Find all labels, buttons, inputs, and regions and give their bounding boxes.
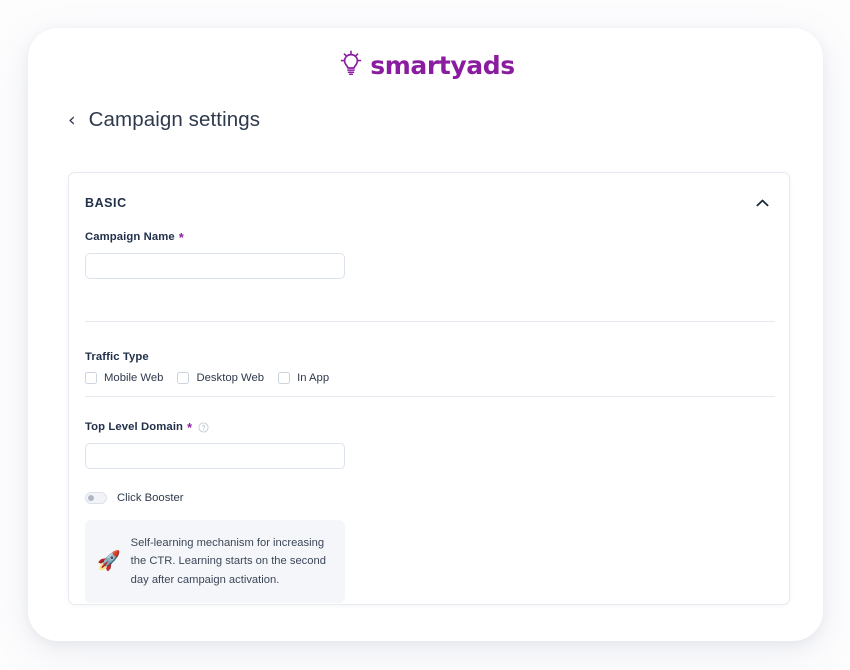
rocket-icon: 🚀 [97,552,121,571]
checkbox-desktop-web[interactable]: Desktop Web [177,372,264,384]
brand-logo: smartyads [28,48,823,83]
checkbox-label: Mobile Web [104,372,163,384]
section-header: BASIC [85,195,773,211]
help-circle-icon[interactable] [198,422,209,433]
traffic-type-label: Traffic Type [85,351,343,363]
screen: smartyads ‹ Campaign settings BASIC Camp… [0,0,850,670]
top-level-domain-label: Top Level Domain * [85,421,345,434]
checkbox-box[interactable] [278,372,290,384]
divider-1 [85,321,775,322]
top-level-domain-field: Top Level Domain * [85,421,345,469]
campaign-name-label: Campaign Name * [85,231,345,244]
required-asterisk: * [179,232,184,245]
section-title: BASIC [85,196,127,210]
checkbox-box[interactable] [177,372,189,384]
checkbox-label: Desktop Web [196,372,264,384]
traffic-type-field: Traffic Type Mobile Web Desktop Web In A… [85,351,343,384]
info-callout-text: Self-learning mechanism for increasing t… [131,534,331,589]
top-level-domain-label-text: Top Level Domain [85,421,183,433]
lightbulb-icon [336,48,366,83]
chevron-left-icon[interactable]: ‹ [68,111,76,130]
page-header: ‹ Campaign settings [68,110,260,131]
top-level-domain-input[interactable] [85,443,345,469]
chevron-up-icon[interactable] [752,195,773,211]
click-booster-row: Click Booster [85,492,184,504]
required-asterisk: * [187,422,192,435]
checkbox-label: In App [297,372,329,384]
campaign-name-input[interactable] [85,253,345,279]
traffic-type-options: Mobile Web Desktop Web In App [85,372,343,384]
click-booster-toggle[interactable] [85,492,107,504]
campaign-name-field: Campaign Name * [85,231,345,279]
page-title: Campaign settings [89,110,261,131]
toggle-knob [88,495,94,501]
app-window: smartyads ‹ Campaign settings BASIC Camp… [28,28,823,641]
brand-name: smartyads [370,53,514,78]
divider-2 [85,396,775,397]
traffic-type-label-text: Traffic Type [85,351,149,363]
campaign-name-label-text: Campaign Name [85,231,175,243]
checkbox-box[interactable] [85,372,97,384]
basic-settings-card: BASIC Campaign Name * Traffic [68,172,790,605]
checkbox-in-app[interactable]: In App [278,372,329,384]
click-booster-label: Click Booster [117,492,184,504]
click-booster-info-callout: 🚀 Self-learning mechanism for increasing… [85,520,345,603]
checkbox-mobile-web[interactable]: Mobile Web [85,372,163,384]
